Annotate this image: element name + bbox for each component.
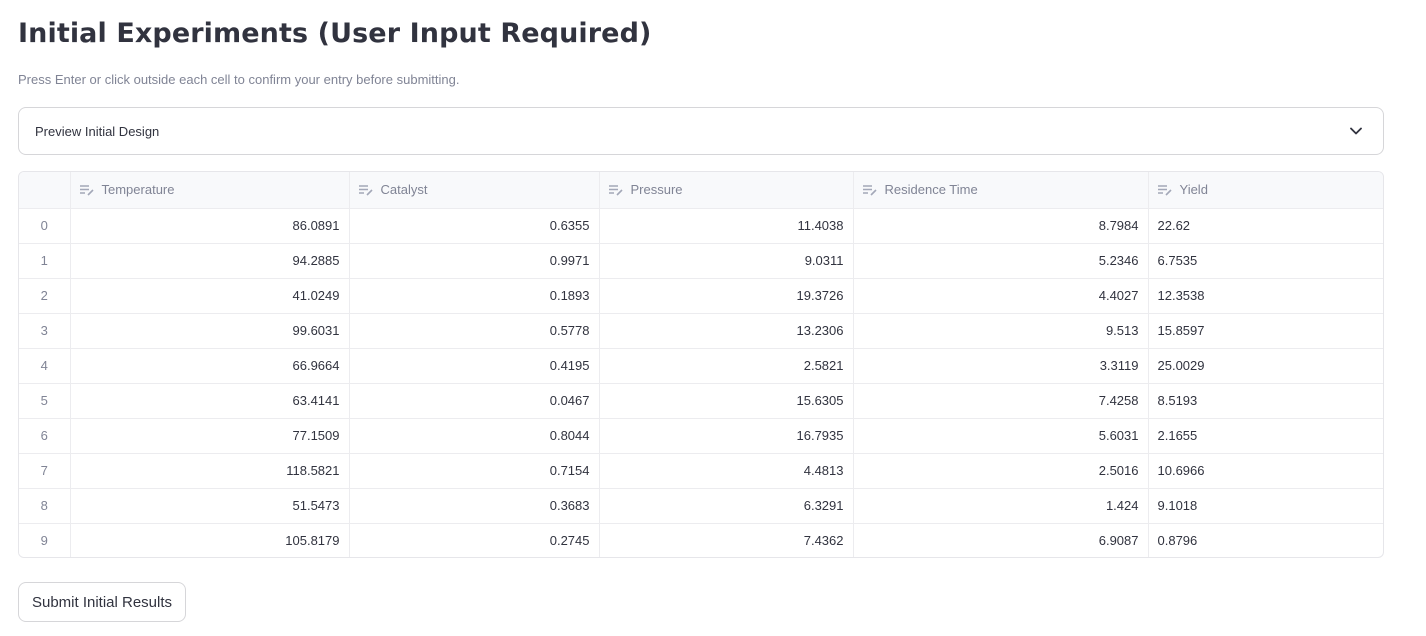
cell-pressure[interactable]: 15.6305 <box>599 383 854 419</box>
row-index: 0 <box>19 208 71 244</box>
cell-yield[interactable]: 8.5193 <box>1148 383 1383 419</box>
cell-pressure[interactable]: 6.3291 <box>599 488 854 524</box>
column-header-yield[interactable]: Yield <box>1148 172 1383 209</box>
cell-pressure[interactable]: 9.0311 <box>599 243 854 279</box>
cell-catalyst[interactable]: 0.1893 <box>349 278 600 314</box>
preview-initial-design-expander[interactable]: Preview Initial Design <box>18 107 1384 155</box>
column-header-temperature[interactable]: Temperature <box>70 172 350 209</box>
data-editor-grid[interactable]: Temperature Catalyst Pressure Residence … <box>18 171 1384 558</box>
cell-residence-time[interactable]: 1.424 <box>853 488 1149 524</box>
table-row: 9 105.8179 0.2745 7.4362 6.9087 0.8796 <box>19 523 1383 557</box>
cell-residence-time[interactable]: 5.2346 <box>853 243 1149 279</box>
cell-pressure[interactable]: 16.7935 <box>599 418 854 454</box>
cell-temperature[interactable]: 63.4141 <box>70 383 350 419</box>
cell-residence-time[interactable]: 6.9087 <box>853 523 1149 557</box>
cell-temperature[interactable]: 86.0891 <box>70 208 350 244</box>
cell-yield[interactable]: 10.6966 <box>1148 453 1383 489</box>
column-header-residence-time[interactable]: Residence Time <box>853 172 1149 209</box>
cell-catalyst[interactable]: 0.4195 <box>349 348 600 384</box>
column-label: Catalyst <box>380 182 428 198</box>
cell-temperature[interactable]: 41.0249 <box>70 278 350 314</box>
cell-temperature[interactable]: 99.6031 <box>70 313 350 349</box>
edit-column-icon <box>1157 185 1172 196</box>
edit-column-icon <box>358 185 373 196</box>
header-row: Temperature Catalyst Pressure Residence … <box>19 172 1383 209</box>
cell-catalyst[interactable]: 0.8044 <box>349 418 600 454</box>
row-index: 5 <box>19 383 71 419</box>
cell-temperature[interactable]: 118.5821 <box>70 453 350 489</box>
cell-pressure[interactable]: 13.2306 <box>599 313 854 349</box>
cell-residence-time[interactable]: 3.3119 <box>853 348 1149 384</box>
cell-catalyst[interactable]: 0.6355 <box>349 208 600 244</box>
cell-yield[interactable]: 12.3538 <box>1148 278 1383 314</box>
table-row: 3 99.6031 0.5778 13.2306 9.513 15.8597 <box>19 313 1383 349</box>
cell-pressure[interactable]: 7.4362 <box>599 523 854 557</box>
cell-catalyst[interactable]: 0.7154 <box>349 453 600 489</box>
row-index: 4 <box>19 348 71 384</box>
cell-temperature[interactable]: 77.1509 <box>70 418 350 454</box>
table-row: 0 86.0891 0.6355 11.4038 8.7984 22.62 <box>19 208 1383 244</box>
row-index: 2 <box>19 278 71 314</box>
edit-column-icon <box>608 185 623 196</box>
table-row: 5 63.4141 0.0467 15.6305 7.4258 8.5193 <box>19 383 1383 419</box>
cell-catalyst[interactable]: 0.9971 <box>349 243 600 279</box>
cell-yield[interactable]: 0.8796 <box>1148 523 1383 557</box>
cell-catalyst[interactable]: 0.0467 <box>349 383 600 419</box>
row-index: 1 <box>19 243 71 279</box>
cell-residence-time[interactable]: 2.5016 <box>853 453 1149 489</box>
column-header-catalyst[interactable]: Catalyst <box>349 172 600 209</box>
table-row: 6 77.1509 0.8044 16.7935 5.6031 2.1655 <box>19 418 1383 454</box>
row-index: 9 <box>19 523 71 557</box>
cell-catalyst[interactable]: 0.3683 <box>349 488 600 524</box>
table-row: 4 66.9664 0.4195 2.5821 3.3119 25.0029 <box>19 348 1383 384</box>
cell-yield[interactable]: 6.7535 <box>1148 243 1383 279</box>
cell-yield[interactable]: 15.8597 <box>1148 313 1383 349</box>
cell-temperature[interactable]: 94.2885 <box>70 243 350 279</box>
column-label: Temperature <box>101 182 175 198</box>
submit-initial-results-button[interactable]: Submit Initial Results <box>18 582 186 622</box>
edit-column-icon <box>79 185 94 196</box>
cell-temperature[interactable]: 51.5473 <box>70 488 350 524</box>
chevron-down-icon <box>1349 124 1363 138</box>
page-caption: Press Enter or click outside each cell t… <box>18 72 460 87</box>
table-row: 7 118.5821 0.7154 4.4813 2.5016 10.6966 <box>19 453 1383 489</box>
cell-temperature[interactable]: 66.9664 <box>70 348 350 384</box>
cell-catalyst[interactable]: 0.5778 <box>349 313 600 349</box>
cell-residence-time[interactable]: 8.7984 <box>853 208 1149 244</box>
cell-residence-time[interactable]: 9.513 <box>853 313 1149 349</box>
cell-residence-time[interactable]: 7.4258 <box>853 383 1149 419</box>
table-row: 8 51.5473 0.3683 6.3291 1.424 9.1018 <box>19 488 1383 524</box>
cell-catalyst[interactable]: 0.2745 <box>349 523 600 557</box>
column-label: Pressure <box>630 182 683 198</box>
index-header <box>19 172 71 209</box>
edit-column-icon <box>862 185 877 196</box>
cell-pressure[interactable]: 2.5821 <box>599 348 854 384</box>
cell-yield[interactable]: 9.1018 <box>1148 488 1383 524</box>
column-label: Yield <box>1179 182 1208 198</box>
cell-residence-time[interactable]: 5.6031 <box>853 418 1149 454</box>
page-title: Initial Experiments (User Input Required… <box>18 18 652 49</box>
row-index: 6 <box>19 418 71 454</box>
cell-yield[interactable]: 2.1655 <box>1148 418 1383 454</box>
cell-temperature[interactable]: 105.8179 <box>70 523 350 557</box>
cell-pressure[interactable]: 4.4813 <box>599 453 854 489</box>
cell-residence-time[interactable]: 4.4027 <box>853 278 1149 314</box>
column-header-pressure[interactable]: Pressure <box>599 172 854 209</box>
cell-yield[interactable]: 22.62 <box>1148 208 1383 244</box>
cell-yield[interactable]: 25.0029 <box>1148 348 1383 384</box>
expander-label: Preview Initial Design <box>35 123 160 139</box>
row-index: 3 <box>19 313 71 349</box>
cell-pressure[interactable]: 11.4038 <box>599 208 854 244</box>
column-label: Residence Time <box>884 182 978 198</box>
row-index: 8 <box>19 488 71 524</box>
row-index: 7 <box>19 453 71 489</box>
table-row: 2 41.0249 0.1893 19.3726 4.4027 12.3538 <box>19 278 1383 314</box>
cell-pressure[interactable]: 19.3726 <box>599 278 854 314</box>
table-row: 1 94.2885 0.9971 9.0311 5.2346 6.7535 <box>19 243 1383 279</box>
